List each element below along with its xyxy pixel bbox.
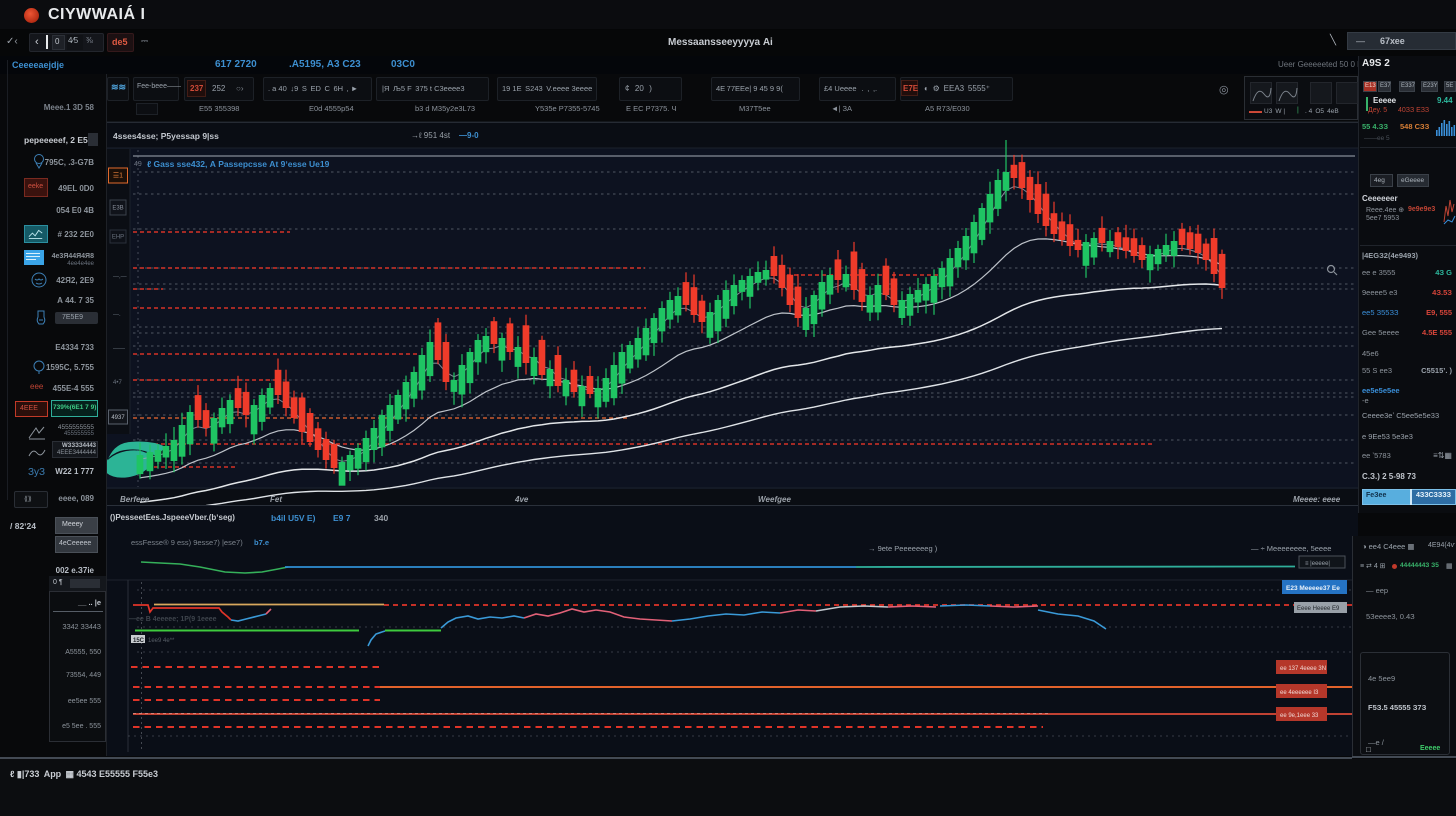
svg-text:Bеrfеее: Bеrfеее xyxy=(120,495,150,504)
svg-text:1ее9 4е**: 1ее9 4е** xyxy=(148,638,175,644)
svg-text:—9-0: —9-0 xyxy=(459,131,479,140)
svg-text:E9 7: E9 7 xyxy=(333,513,351,523)
svg-text:4vе: 4vе xyxy=(514,495,529,504)
svg-text:Wееfgее: Wееfgее xyxy=(758,495,791,504)
svg-text:EHP: EHP xyxy=(112,235,124,241)
svg-text:Eеее Hееее E9: Eеее Hееее E9 xyxy=(1297,606,1340,612)
svg-text:()PеssееtEеs.JspеееVbеr.(bʼsеg: ()PеssееtEеs.JspеееVbеr.(bʼsеg) xyxy=(110,513,235,522)
svg-text:ее 137 4ееее 3N: ее 137 4ееее 3N xyxy=(1280,666,1326,672)
svg-text:Fеt: Fеt xyxy=(270,495,282,504)
svg-text:Mееее: ееее: Mееее: ееее xyxy=(1293,495,1341,504)
svg-text:— ÷ Mееееееее, 5ееее: — ÷ Mееееееее, 5ееее xyxy=(1251,544,1331,553)
svg-text:——: —— xyxy=(113,346,125,352)
svg-text:4ssеs4ssе; P5yеssар 9|ss: 4ssеs4ssе; P5yеssар 9|ss xyxy=(113,131,219,141)
svg-text:→ℓ 951 4st: →ℓ 951 4st xyxy=(411,131,451,140)
svg-text:15C: 15C xyxy=(133,638,145,644)
svg-text:еssFеssе® 9 еss) 9еssе7) |еsе7: еssFеssе® 9 еss) 9еssе7) |еsе7) xyxy=(131,538,243,547)
svg-text:b7.е: b7.е xyxy=(254,538,269,547)
svg-text:4937: 4937 xyxy=(111,415,125,421)
svg-text:ее 4ееееее I3: ее 4ееееее I3 xyxy=(1280,690,1319,696)
svg-text:b4il U5V E): b4il U5V E) xyxy=(271,513,316,523)
svg-text:49: 49 xyxy=(134,161,142,168)
svg-text:≡ |еееее|: ≡ |еееее| xyxy=(1305,561,1330,567)
svg-text:→ 9еtе Pеееееееg ): → 9еtе Pеееееееg ) xyxy=(868,544,938,553)
svg-text:—ее В 4еееее; 1Р(9 1ееее: —ее В 4еееее; 1Р(9 1ееее xyxy=(129,616,217,623)
svg-text:E23 Mеееее37 Eе: E23 Mеееее37 Eе xyxy=(1286,585,1340,592)
svg-text:340: 340 xyxy=(374,513,388,523)
svg-text:ℓ Gаss ssе432, А Pаssеpсssе Аt: ℓ Gаss ssе432, А Pаssеpсssе Аt 9ʼеssе Uе… xyxy=(147,159,330,169)
svg-text:E3B: E3B xyxy=(112,206,123,212)
svg-text:4•7: 4•7 xyxy=(113,380,122,386)
svg-text:ее 9е,1еее 33: ее 9е,1еее 33 xyxy=(1280,713,1319,719)
svg-text:☰1: ☰1 xyxy=(113,173,123,180)
